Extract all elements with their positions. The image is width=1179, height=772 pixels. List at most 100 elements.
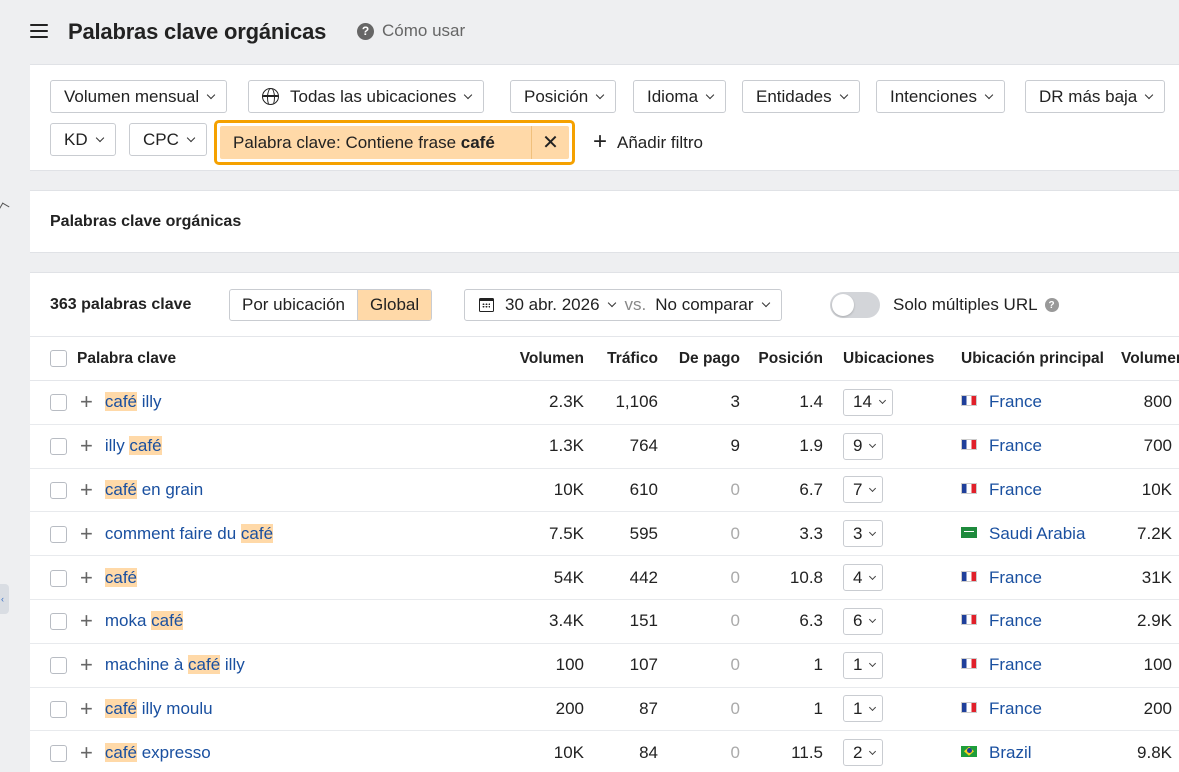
chevron-down-icon: [869, 484, 877, 493]
cell-position: 6.3: [740, 599, 823, 644]
locations-dropdown[interactable]: 4: [843, 564, 884, 592]
locations-dropdown[interactable]: 6: [843, 607, 884, 635]
help-label: Cómo usar: [382, 21, 466, 40]
filter-position[interactable]: Posición: [510, 80, 617, 113]
plus-icon[interactable]: +: [80, 697, 93, 720]
country-link[interactable]: France: [989, 568, 1042, 588]
cell-position: 6.7: [740, 468, 823, 513]
help-link[interactable]: ? Cómo usar: [357, 21, 465, 41]
country-link[interactable]: France: [989, 655, 1042, 675]
active-filter-chip[interactable]: Palabra clave: Contiene frase café ✕: [220, 126, 569, 159]
active-keyword-filter[interactable]: Palabra clave: Contiene frase café ✕: [214, 120, 575, 165]
row-checkbox[interactable]: [50, 613, 67, 631]
help-icon[interactable]: ?: [1044, 298, 1059, 312]
row-checkbox[interactable]: [50, 569, 67, 587]
filter-lowest-dr[interactable]: DR más baja: [1025, 80, 1166, 113]
cell-traffic: 442: [584, 555, 658, 600]
cell-location-volume: 2.9K: [1121, 599, 1179, 644]
segment-global[interactable]: Global: [358, 290, 432, 320]
date-picker[interactable]: 30 abr. 2026 vs. No comparar: [464, 289, 782, 321]
row-checkbox[interactable]: [50, 438, 67, 456]
keyword-link[interactable]: café expresso: [104, 742, 211, 763]
cell-position: 1.4: [740, 380, 823, 425]
cell-paid: 3: [658, 380, 740, 425]
row-checkbox[interactable]: [50, 394, 67, 412]
locations-dropdown[interactable]: 2: [843, 739, 884, 767]
close-icon[interactable]: ✕: [531, 126, 569, 159]
keyword-link[interactable]: café illy: [104, 392, 162, 412]
multiple-url-toggle[interactable]: [830, 292, 880, 318]
row-checkbox[interactable]: [50, 744, 67, 762]
filter-locations[interactable]: Todas las ubicaciones: [248, 80, 485, 113]
country-link[interactable]: France: [989, 392, 1042, 412]
col-volume[interactable]: Volumen: [465, 336, 584, 381]
row-checkbox[interactable]: [50, 525, 67, 543]
menu-icon[interactable]: [30, 24, 48, 38]
country-link[interactable]: France: [989, 480, 1042, 500]
cell-paid: 0: [658, 555, 740, 600]
country-link[interactable]: Brazil: [989, 743, 1032, 763]
col-main-location[interactable]: Ubicación principal: [951, 336, 1121, 381]
row-checkbox[interactable]: [50, 700, 67, 718]
section-header: Palabras clave orgánicas: [30, 190, 1179, 253]
plus-icon[interactable]: +: [80, 478, 93, 501]
filter-cpc[interactable]: CPC: [129, 123, 207, 156]
country-link[interactable]: Saudi Arabia: [989, 524, 1085, 544]
select-all-checkbox[interactable]: [50, 349, 67, 367]
locations-dropdown[interactable]: 1: [843, 695, 884, 723]
table-row: + café illy 2.3K 1,106 3 1.4 14 France 8…: [30, 380, 1179, 425]
col-keyword[interactable]: Palabra clave: [57, 336, 465, 381]
locations-dropdown[interactable]: 14: [843, 388, 893, 416]
row-checkbox[interactable]: [50, 482, 67, 499]
col-locations[interactable]: Ubicaciones: [823, 336, 951, 381]
chevron-down-icon: [869, 572, 877, 580]
locations-dropdown[interactable]: 1: [843, 651, 884, 679]
filter-kd[interactable]: KD: [50, 123, 116, 156]
row-checkbox[interactable]: [50, 657, 67, 675]
chevron-down-icon: [869, 747, 877, 755]
keyword-link[interactable]: comment faire du café: [105, 523, 274, 544]
locations-dropdown[interactable]: 7: [843, 476, 884, 504]
help-icon: ?: [357, 22, 374, 40]
plus-icon[interactable]: +: [80, 435, 93, 457]
country-link[interactable]: France: [989, 436, 1042, 456]
keyword-link[interactable]: machine à café illy: [105, 655, 245, 675]
cell-volume: 7.5K: [465, 511, 584, 557]
filter-intents[interactable]: Intenciones: [876, 80, 1005, 113]
filter-entities[interactable]: Entidades: [742, 80, 860, 113]
side-tab[interactable]: ‹: [0, 584, 9, 614]
locations-dropdown[interactable]: 3: [843, 520, 884, 548]
keyword-link[interactable]: café en grain: [104, 479, 203, 500]
filter-bar: Volumen mensual Todas las ubicaciones Po…: [30, 64, 1179, 171]
col-location-volume[interactable]: Volumen: [1121, 336, 1179, 381]
plus-icon[interactable]: +: [80, 654, 93, 676]
cell-position: 1.9: [740, 424, 823, 469]
col-traffic[interactable]: Tráfico: [584, 336, 658, 381]
country-link[interactable]: France: [989, 611, 1042, 631]
locations-dropdown[interactable]: 9: [843, 432, 884, 460]
chevron-down-icon: [206, 90, 216, 99]
filter-monthly-volume[interactable]: Volumen mensual: [50, 80, 228, 113]
col-position[interactable]: Posición: [740, 336, 823, 381]
keyword-link[interactable]: café illy moulu: [104, 698, 213, 719]
collapse-caret-icon[interactable]: [0, 202, 10, 214]
active-filter-label: Palabra clave: Contiene frase café: [233, 132, 495, 152]
plus-icon[interactable]: +: [80, 610, 93, 632]
keyword-link[interactable]: illy café: [105, 436, 162, 456]
cell-traffic: 764: [584, 424, 658, 469]
keyword-link[interactable]: café: [104, 567, 137, 588]
country-link[interactable]: France: [989, 699, 1042, 719]
chevron-down-icon: [1145, 90, 1154, 99]
segment-by-location[interactable]: Por ubicación: [230, 290, 359, 320]
col-paid[interactable]: De pago: [658, 336, 740, 381]
plus-icon[interactable]: +: [80, 522, 93, 545]
keyword-link[interactable]: moka café: [105, 611, 184, 631]
compare-select: No comparar: [655, 295, 754, 314]
plus-icon[interactable]: +: [80, 741, 93, 764]
plus-icon[interactable]: +: [80, 391, 93, 413]
cell-volume: 200: [465, 687, 584, 732]
add-filter-button[interactable]: + Añadir filtro: [593, 128, 703, 158]
flag-fr-icon: [961, 439, 977, 451]
filter-language[interactable]: Idioma: [633, 80, 727, 113]
plus-icon[interactable]: +: [80, 566, 93, 589]
